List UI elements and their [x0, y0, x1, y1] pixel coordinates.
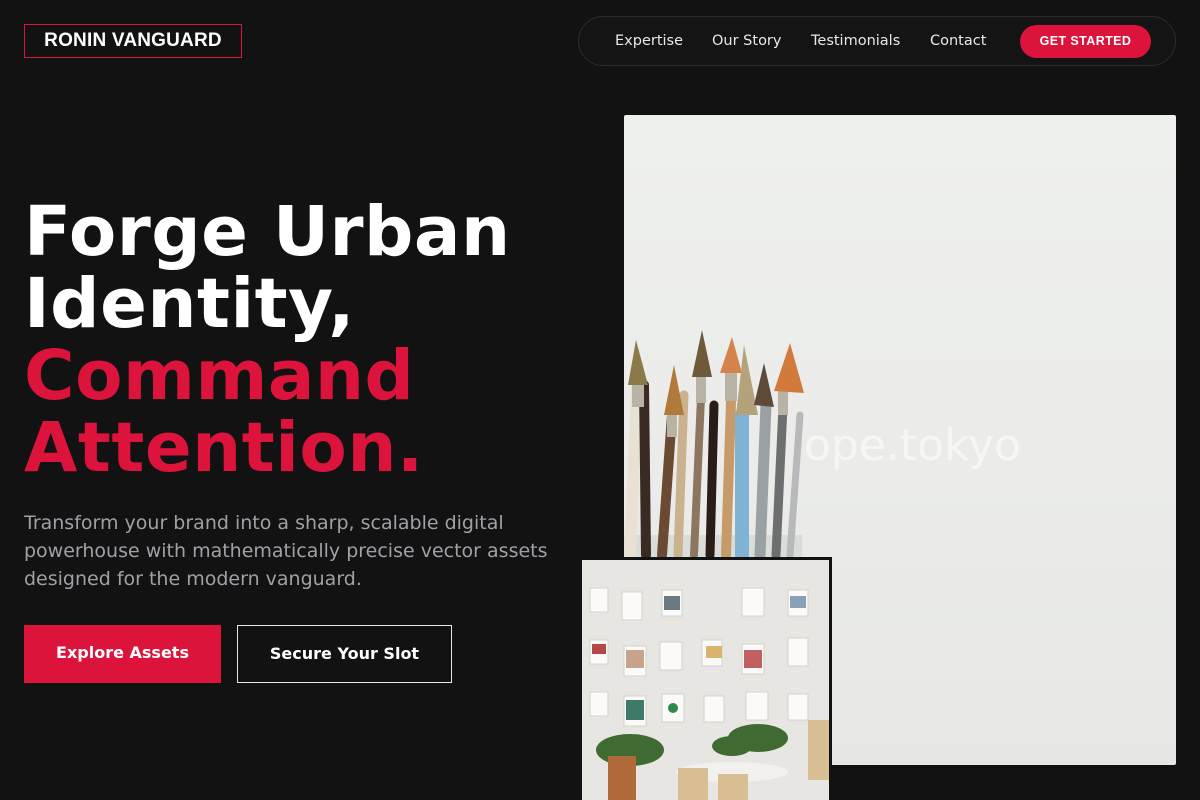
hero-title-accent-line-2: Attention.: [24, 408, 424, 488]
hero-title: Forge Urban Identity, Command Attention.: [24, 196, 584, 484]
nav-link-contact[interactable]: Contact: [930, 17, 986, 65]
nav-link-expertise[interactable]: Expertise: [615, 17, 683, 65]
hero-title-line-1: Forge Urban: [24, 192, 511, 272]
hero-subtitle: Transform your brand into a sharp, scala…: [24, 512, 548, 590]
nav-link-our-story[interactable]: Our Story: [712, 17, 781, 65]
secure-your-slot-button[interactable]: Secure Your Slot: [237, 625, 452, 683]
hero-title-accent-line-1: Command: [24, 336, 415, 416]
brand-logo[interactable]: RONIN VANGUARD: [24, 24, 242, 58]
hero-title-line-2: Identity,: [24, 264, 355, 344]
gallery-wall-image: [579, 557, 832, 800]
image-watermark: ope.tokyo: [804, 420, 1021, 471]
get-started-button[interactable]: GET STARTED: [1020, 25, 1151, 58]
nav-link-testimonials[interactable]: Testimonials: [811, 17, 900, 65]
gallery-wall-illustration: [582, 560, 829, 800]
explore-assets-button[interactable]: Explore Assets: [24, 625, 221, 683]
landing-page: RONIN VANGUARD Expertise Our Story Testi…: [0, 0, 1200, 800]
main-nav: Expertise Our Story Testimonials Contact…: [578, 16, 1176, 66]
